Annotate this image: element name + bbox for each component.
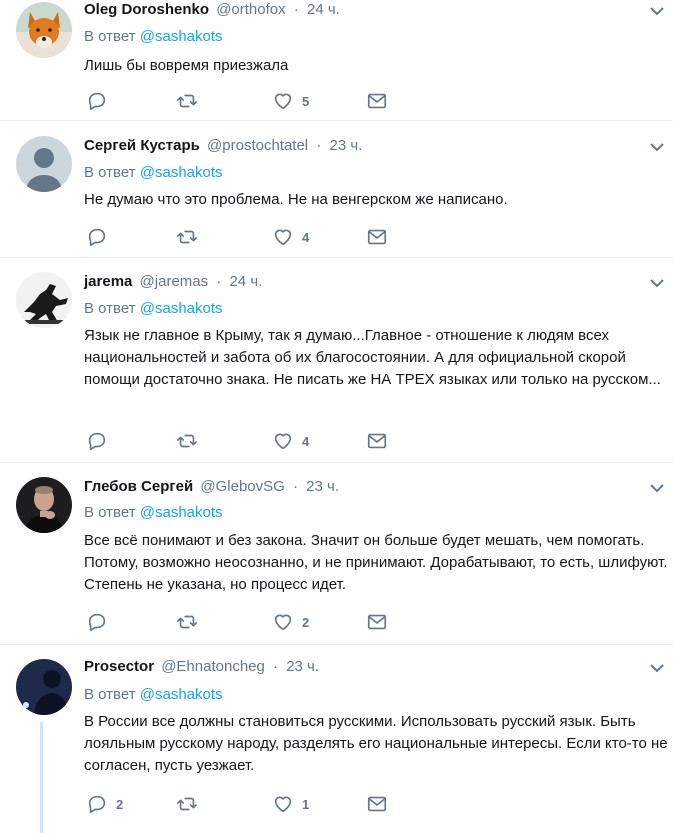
retweet-button[interactable] — [176, 226, 206, 248]
mention-link[interactable]: @sashakots — [140, 300, 223, 317]
dark-figure-avatar[interactable] — [16, 659, 72, 715]
mention-link[interactable]: @sashakots — [140, 504, 223, 521]
user-handle[interactable]: @Ehnatoncheg — [161, 658, 265, 675]
reply-button[interactable]: 2 — [86, 793, 123, 815]
retweet-button[interactable] — [176, 611, 206, 633]
tweet-header: Глебов Сергей @GlebovSG · 23 ч. — [84, 478, 339, 495]
reply-button[interactable] — [86, 611, 116, 633]
like-button[interactable]: 4 — [272, 430, 309, 452]
tweet-actions: 4 — [84, 430, 404, 452]
reply-button[interactable] — [86, 226, 116, 248]
reply-to-line: В ответ @sashakots — [84, 28, 223, 45]
tweet-text: Не думаю что это проблема. Не на венгерс… — [84, 191, 508, 208]
envelope-icon — [367, 614, 387, 630]
thread-connector-line — [40, 722, 43, 833]
retweet-icon — [177, 434, 197, 448]
tweet-header: Oleg Doroshenko @orthofox · 24 ч. — [84, 1, 340, 18]
heart-icon — [274, 433, 292, 450]
reply-button[interactable] — [86, 430, 116, 452]
tweet[interactable]: Prosector @Ehnatoncheg · 23 ч. В ответ @… — [0, 645, 673, 833]
chevron-down-icon[interactable] — [647, 274, 667, 292]
reply-icon — [88, 795, 106, 814]
tweet[interactable]: Сергей Кустарь @prostochtatel · 23 ч. В … — [0, 121, 673, 258]
direct-message-button[interactable] — [366, 430, 388, 452]
heart-icon — [274, 229, 292, 246]
envelope-icon — [367, 93, 387, 109]
envelope-icon — [367, 433, 387, 449]
chevron-down-icon[interactable] — [647, 2, 667, 20]
heart-icon — [274, 93, 292, 110]
retweet-icon — [177, 94, 197, 108]
tweet-header: Сергей Кустарь @prostochtatel · 23 ч. — [84, 137, 363, 154]
chevron-down-icon[interactable] — [647, 659, 667, 677]
timestamp[interactable]: 23 ч. — [330, 137, 363, 154]
reply-to-line: В ответ @sashakots — [84, 164, 223, 181]
tweet-actions: 2 1 — [84, 793, 404, 815]
mention-link[interactable]: @sashakots — [140, 686, 223, 703]
tweet-header: Prosector @Ehnatoncheg · 23 ч. — [84, 658, 320, 675]
display-name[interactable]: Сергей Кустарь — [84, 137, 200, 154]
display-name[interactable]: Prosector — [84, 658, 154, 675]
tweet[interactable]: jarema @jaremas · 24 ч. В ответ @sashako… — [0, 258, 673, 463]
display-name[interactable]: jarema — [84, 273, 132, 290]
timestamp[interactable]: 23 ч. — [286, 658, 319, 675]
reply-icon — [88, 613, 106, 632]
user-handle[interactable]: @GlebovSG — [200, 478, 284, 495]
retweet-button[interactable] — [176, 430, 206, 452]
timestamp[interactable]: 24 ч. — [307, 1, 340, 18]
reply-to-line: В ответ @sashakots — [84, 504, 223, 521]
timestamp[interactable]: 24 ч. — [229, 273, 262, 290]
user-handle[interactable]: @jaremas — [140, 273, 209, 290]
user-handle[interactable]: @orthofox — [216, 1, 285, 18]
reply-icon — [88, 228, 106, 247]
retweet-icon — [177, 230, 197, 244]
mention-link[interactable]: @sashakots — [140, 28, 223, 45]
like-button[interactable]: 5 — [272, 90, 309, 112]
tweet-actions: 2 — [84, 611, 404, 633]
tweet-actions: 5 — [84, 90, 404, 112]
display-name[interactable]: Oleg Doroshenko — [84, 1, 209, 18]
silhouette-avatar[interactable] — [16, 272, 72, 328]
retweet-button[interactable] — [176, 793, 206, 815]
chevron-down-icon[interactable] — [647, 479, 667, 497]
heart-icon — [274, 614, 292, 631]
tweet-text: Лишь бы вовремя приезжала — [84, 57, 289, 74]
tweet-text: Все всё понимают и без закона. Значит он… — [84, 532, 668, 593]
reply-icon — [88, 432, 106, 451]
default-avatar[interactable] — [16, 136, 72, 192]
envelope-icon — [367, 229, 387, 245]
chevron-down-icon[interactable] — [647, 138, 667, 156]
retweet-button[interactable] — [176, 90, 206, 112]
display-name[interactable]: Глебов Сергей — [84, 478, 193, 495]
timestamp[interactable]: 23 ч. — [306, 478, 339, 495]
like-button[interactable]: 4 — [272, 226, 309, 248]
direct-message-button[interactable] — [366, 793, 388, 815]
reply-icon — [88, 92, 106, 111]
retweet-icon — [177, 797, 197, 811]
fox-avatar[interactable] — [16, 2, 72, 58]
retweet-icon — [177, 615, 197, 629]
tweet-header: jarema @jaremas · 24 ч. — [84, 273, 263, 290]
tweet[interactable]: Oleg Doroshenko @orthofox · 24 ч. В отве… — [0, 0, 673, 121]
tweet-actions: 4 — [84, 226, 404, 248]
tweet[interactable]: Глебов Сергей @GlebovSG · 23 ч. В ответ … — [0, 463, 673, 645]
user-handle[interactable]: @prostochtatel — [207, 137, 308, 154]
reply-button[interactable] — [86, 90, 116, 112]
tweet-text: В России все должны становиться русскими… — [84, 713, 668, 774]
direct-message-button[interactable] — [366, 611, 388, 633]
heart-icon — [274, 796, 292, 813]
like-button[interactable]: 1 — [272, 793, 309, 815]
portrait-avatar[interactable] — [16, 477, 72, 533]
envelope-icon — [367, 796, 387, 812]
direct-message-button[interactable] — [366, 90, 388, 112]
mention-link[interactable]: @sashakots — [140, 164, 223, 181]
direct-message-button[interactable] — [366, 226, 388, 248]
tweet-text: Язык не главное в Крыму, так я думаю...Г… — [84, 327, 661, 388]
reply-to-line: В ответ @sashakots — [84, 300, 223, 317]
tweet-replies-feed: Oleg Doroshenko @orthofox · 24 ч. В отве… — [0, 0, 673, 833]
reply-to-line: В ответ @sashakots — [84, 686, 223, 703]
like-button[interactable]: 2 — [272, 611, 309, 633]
